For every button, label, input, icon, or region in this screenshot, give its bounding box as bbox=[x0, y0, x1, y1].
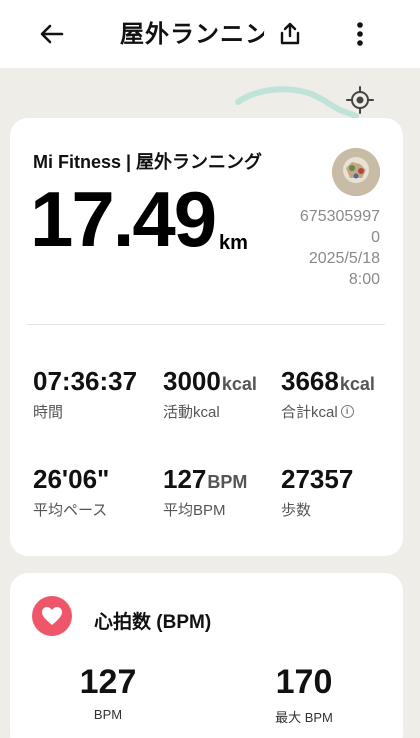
user-avatar[interactable] bbox=[332, 148, 380, 196]
divider bbox=[27, 324, 385, 325]
share-icon bbox=[280, 22, 300, 45]
page-title: 屋外ランニン bbox=[120, 21, 270, 48]
stat-label: 活動kcal bbox=[163, 404, 220, 421]
stat-unit: kcal bbox=[339, 374, 375, 394]
distance-unit: km bbox=[219, 232, 248, 254]
share-button[interactable] bbox=[264, 8, 316, 60]
hr-max-label: 最大 BPM bbox=[275, 710, 333, 725]
stat-unit: kcal bbox=[221, 374, 257, 394]
workout-date: 2025/5/18 bbox=[308, 250, 380, 267]
hr-average-label: BPM bbox=[93, 707, 123, 722]
hr-average-value: 127 bbox=[79, 663, 137, 701]
stat-label: 歩数 bbox=[281, 502, 312, 519]
stat-duration: 07:36:37 時間 bbox=[33, 366, 137, 422]
top-app-bar: 屋外ランニン bbox=[0, 0, 420, 68]
more-vertical-icon bbox=[357, 22, 363, 46]
locate-icon bbox=[346, 86, 374, 114]
stat-value: 27357 bbox=[281, 464, 354, 494]
stat-label: 時間 bbox=[33, 404, 64, 421]
stat-label: 平均ペース bbox=[33, 502, 108, 519]
stat-total-calories: 3668kcal 合計kcal i bbox=[281, 366, 375, 422]
stat-unit: BPM bbox=[207, 472, 248, 492]
hr-average: 127 BPM bbox=[68, 665, 148, 722]
stat-avg-pace: 26'06" 平均ペース bbox=[33, 464, 109, 520]
info-icon[interactable]: i bbox=[340, 405, 354, 418]
arrow-left-icon bbox=[40, 24, 64, 44]
heart-badge bbox=[32, 596, 72, 636]
stat-value: 07:36:37 bbox=[33, 366, 138, 396]
heart-rate-title: 心拍数 (BPM) bbox=[94, 612, 212, 633]
hr-max: 170 最大 BPM bbox=[264, 665, 344, 726]
distance-value: 17.49 bbox=[30, 175, 217, 263]
stat-value: 127 bbox=[163, 464, 207, 494]
stat-avg-heart-rate: 127BPM 平均BPM bbox=[163, 464, 247, 520]
workout-id-line1: 675305997 bbox=[299, 208, 380, 225]
workout-source-title: Mi Fitness | 屋外ランニング bbox=[33, 152, 263, 172]
stat-value: 3000 bbox=[163, 366, 221, 396]
stat-active-calories: 3000kcal 活動kcal bbox=[163, 366, 257, 422]
route-line bbox=[235, 86, 359, 119]
hr-max-value: 170 bbox=[275, 663, 333, 701]
stat-steps: 27357 歩数 bbox=[281, 464, 353, 520]
workout-id-line2: 0 bbox=[371, 229, 380, 246]
avatar-image bbox=[332, 148, 380, 196]
locate-button[interactable] bbox=[344, 84, 376, 116]
heart-icon bbox=[42, 607, 62, 625]
stat-label: 平均BPM bbox=[163, 502, 226, 519]
workout-meta: 675305997 0 2025/5/18 8:00 bbox=[270, 206, 380, 290]
back-button[interactable] bbox=[26, 8, 78, 60]
more-options-button[interactable] bbox=[334, 8, 386, 60]
stat-value: 26'06" bbox=[33, 464, 110, 494]
workout-summary-card: Mi Fitness | 屋外ランニング 17.49 km 675305997 … bbox=[10, 118, 403, 556]
stat-label: 合計kcal bbox=[281, 404, 338, 421]
heart-rate-card[interactable]: 心拍数 (BPM) 127 BPM 170 最大 BPM bbox=[10, 573, 403, 738]
stat-value: 3668 bbox=[281, 366, 339, 396]
workout-time: 8:00 bbox=[348, 271, 380, 288]
